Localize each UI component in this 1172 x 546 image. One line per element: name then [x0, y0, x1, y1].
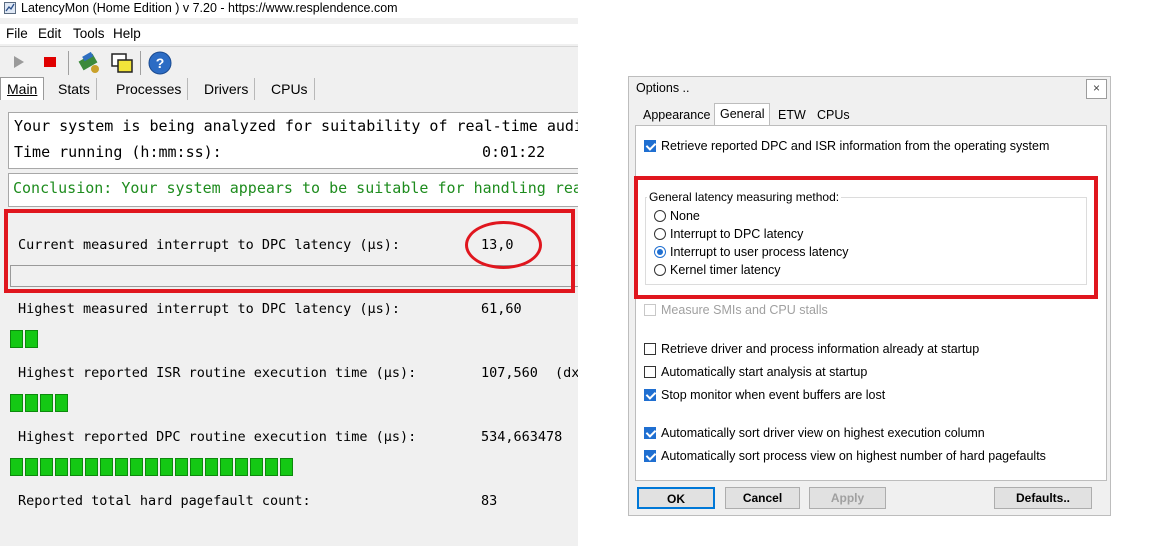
- tab-main[interactable]: Main: [0, 77, 45, 100]
- gauge-segment: [235, 458, 248, 476]
- metric-label: Reported total hard pagefault count:: [18, 493, 311, 509]
- metric-value: 61,60: [481, 301, 522, 317]
- menu-edit[interactable]: Edit: [38, 24, 61, 44]
- gauge-segment: [85, 458, 98, 476]
- ok-button[interactable]: OK: [637, 487, 715, 509]
- window-title: LatencyMon (Home Edition ) v 7.20 - http…: [21, 1, 398, 15]
- menu-help[interactable]: Help: [113, 24, 141, 44]
- gauge-segment: [130, 458, 143, 476]
- latencymon-window: LatencyMon (Home Edition ) v 7.20 - http…: [0, 0, 578, 546]
- conclusion-text: Conclusion: Your system appears to be su…: [13, 179, 578, 197]
- tab-stats[interactable]: Stats: [52, 78, 97, 100]
- sort-driver-checkbox[interactable]: [644, 427, 656, 439]
- toolbar: ?: [0, 46, 578, 78]
- dialog-title: Options ..: [636, 81, 690, 95]
- gauge-segment: [190, 458, 203, 476]
- measure-smi-label: Measure SMIs and CPU stalls: [661, 303, 828, 317]
- tab-cpus[interactable]: CPUs: [265, 78, 315, 100]
- status-panel: Your system is being analyzed for suitab…: [8, 112, 578, 169]
- windows-icon[interactable]: [110, 52, 134, 74]
- tab-appearance[interactable]: Appearance: [638, 105, 715, 125]
- time-running-value: 0:01:22: [482, 143, 546, 161]
- gauge-segment: [55, 394, 68, 412]
- gauge-segment: [145, 458, 158, 476]
- gauge-segment: [25, 458, 38, 476]
- metric-gauge: [10, 394, 68, 412]
- gauge-segment: [40, 458, 53, 476]
- gauge-segment: [25, 394, 38, 412]
- metric-gauge: [10, 458, 293, 476]
- metric-gauge: [10, 330, 38, 348]
- conclusion-panel: Conclusion: Your system appears to be su…: [8, 173, 578, 207]
- startup-info-checkbox[interactable]: [644, 343, 656, 355]
- auto-start-label: Automatically start analysis at startup: [661, 365, 868, 379]
- defaults-button[interactable]: Defaults..: [994, 487, 1092, 509]
- apply-button[interactable]: Apply: [809, 487, 886, 509]
- metric-value: 83: [481, 493, 498, 509]
- tab-stats-label: Stats: [58, 81, 90, 97]
- stop-monitor-label: Stop monitor when event buffers are lost: [661, 388, 886, 402]
- help-icon[interactable]: ?: [148, 51, 172, 75]
- gauge-segment: [160, 458, 173, 476]
- metric-label: Highest reported ISR routine execution t…: [18, 365, 417, 381]
- play-icon[interactable]: [12, 55, 26, 69]
- gauge-segment: [10, 394, 23, 412]
- startup-info-label: Retrieve driver and process information …: [661, 342, 980, 356]
- highlight-circle: [465, 221, 542, 269]
- gauge-segment: [175, 458, 188, 476]
- tab-main-label: Main: [7, 81, 38, 97]
- gauge-segment: [40, 394, 53, 412]
- tab-drivers-label: Drivers: [204, 81, 249, 97]
- gauge-segment: [250, 458, 263, 476]
- highlight-box: [634, 176, 1098, 299]
- app-icon: [4, 2, 16, 14]
- title-bar: LatencyMon (Home Edition ) v 7.20 - http…: [0, 0, 578, 18]
- metric-label: Highest measured interrupt to DPC latenc…: [18, 301, 401, 317]
- metric-label: Highest reported DPC routine execution t…: [18, 429, 417, 445]
- metric-value: 534,663478: [481, 429, 563, 445]
- analysis-status-text: Your system is being analyzed for suitab…: [14, 117, 578, 135]
- tab-etw[interactable]: ETW: [773, 105, 811, 125]
- drivers-icon[interactable]: [77, 51, 103, 75]
- gauge-segment: [115, 458, 128, 476]
- svg-text:?: ?: [156, 55, 165, 71]
- menu-tools[interactable]: Tools: [73, 24, 105, 44]
- tab-processes[interactable]: Processes: [110, 78, 189, 100]
- sort-driver-label: Automatically sort driver view on highes…: [661, 426, 985, 440]
- gauge-segment: [10, 330, 23, 348]
- tab-general[interactable]: General: [714, 103, 771, 126]
- cancel-button[interactable]: Cancel: [725, 487, 800, 509]
- retrieve-dpc-checkbox[interactable]: [644, 140, 656, 152]
- metric-value: 107,560: [481, 365, 538, 381]
- main-tabs: Main Stats Processes Drivers CPUs: [0, 76, 578, 100]
- options-dialog: Options .. × Appearance General ETW CPUs…: [628, 76, 1111, 516]
- sort-process-label: Automatically sort process view on highe…: [661, 449, 1046, 463]
- tab-cpus-options[interactable]: CPUs: [812, 105, 855, 125]
- sort-process-checkbox[interactable]: [644, 450, 656, 462]
- menu-file[interactable]: File: [6, 24, 28, 44]
- gauge-segment: [220, 458, 233, 476]
- stop-icon[interactable]: [44, 57, 56, 67]
- menu-bar: File Edit Tools Help: [0, 24, 578, 44]
- close-icon[interactable]: ×: [1086, 79, 1107, 99]
- gauge-segment: [205, 458, 218, 476]
- gauge-segment: [100, 458, 113, 476]
- tab-drivers[interactable]: Drivers: [198, 78, 256, 100]
- gauge-segment: [280, 458, 293, 476]
- gauge-segment: [55, 458, 68, 476]
- time-running-label: Time running (h:mm:ss):: [14, 143, 222, 161]
- metric-extra: (dx: [555, 365, 578, 381]
- measure-smi-checkbox: [644, 304, 656, 316]
- gauge-segment: [265, 458, 278, 476]
- gauge-segment: [10, 458, 23, 476]
- auto-start-checkbox[interactable]: [644, 366, 656, 378]
- tab-processes-label: Processes: [116, 81, 182, 97]
- gauge-segment: [25, 330, 38, 348]
- stop-monitor-checkbox[interactable]: [644, 389, 656, 401]
- gauge-segment: [70, 458, 83, 476]
- tab-cpus-label: CPUs: [271, 81, 308, 97]
- retrieve-dpc-label: Retrieve reported DPC and ISR informatio…: [661, 139, 1050, 153]
